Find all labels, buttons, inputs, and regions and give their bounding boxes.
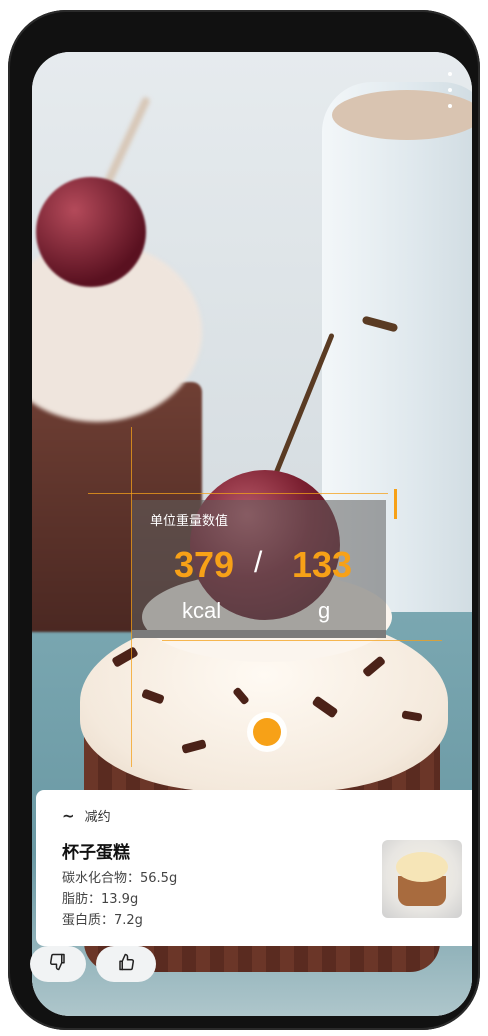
nutrient-fat: 脂肪：13.9g (62, 892, 139, 907)
nutrient-carbs: 碳水化合物：56.5g (62, 871, 178, 886)
camera-screen: 单位重量数值 379 / 133 kcal g ~ 减约 杯子蛋糕 碳水化合物：… (32, 52, 472, 1016)
thumb-down-icon (49, 953, 67, 975)
more-options-icon[interactable] (444, 72, 456, 108)
nutrient-protein: 蛋白质：7.2g (62, 913, 143, 928)
value-row: 379 / 133 (132, 544, 386, 588)
panel-bottom-bar (132, 630, 386, 638)
background-cherry (36, 177, 146, 287)
kcal-unit: kcal (182, 598, 222, 623)
tilde-icon: ~ (62, 806, 75, 825)
guide-line-horizontal (88, 493, 388, 494)
gram-value: 133 (292, 544, 353, 585)
diet-tag: ~ 减约 (62, 806, 111, 826)
kcal-value: 379 (174, 544, 235, 585)
nutrition-value-panel: 单位重量数值 379 / 133 kcal g (132, 500, 386, 638)
value-separator: / (254, 546, 263, 579)
food-result-card[interactable]: ~ 减约 杯子蛋糕 碳水化合物：56.5g 脂肪：13.9g 蛋白质：7.2g (36, 790, 472, 946)
food-thumbnail[interactable] (382, 840, 462, 918)
guide-line-horizontal (162, 640, 442, 641)
gram-unit: g (318, 598, 331, 623)
like-button[interactable] (96, 946, 156, 982)
dislike-button[interactable] (30, 946, 86, 982)
diet-tag-label: 减约 (84, 810, 111, 825)
thumb-up-icon (117, 953, 135, 975)
panel-title: 单位重量数值 (150, 514, 229, 529)
phone-frame: 单位重量数值 379 / 133 kcal g ~ 减约 杯子蛋糕 碳水化合物：… (8, 10, 480, 1030)
focus-point[interactable] (253, 718, 281, 746)
food-name: 杯子蛋糕 (62, 843, 130, 863)
panel-corner-marker (394, 489, 397, 519)
